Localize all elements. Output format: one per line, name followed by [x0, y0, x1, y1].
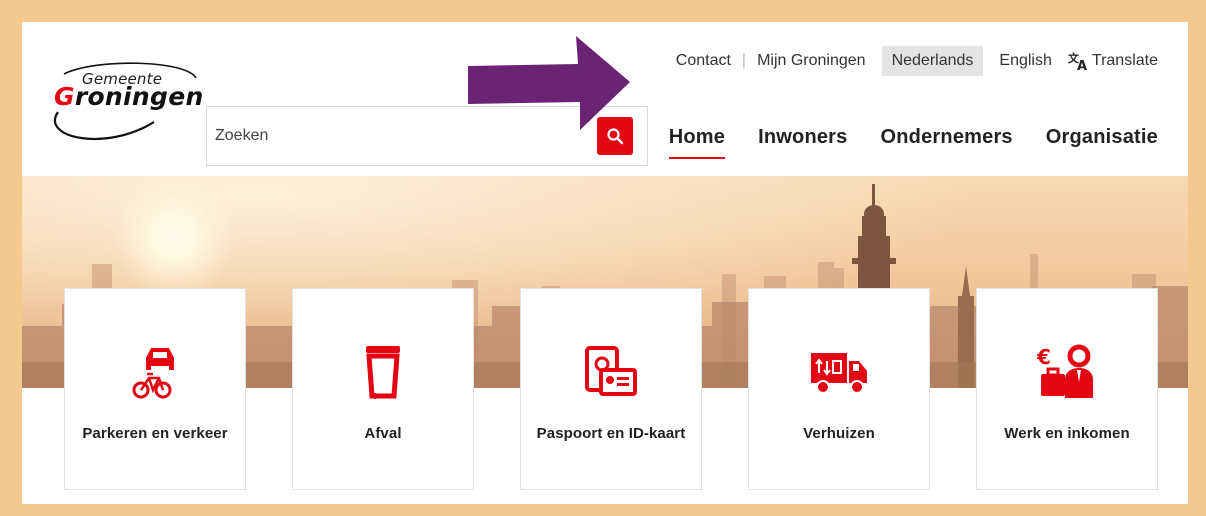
gemeente-groningen-logo[interactable]: Gemeente Groningen	[36, 52, 216, 152]
card-verhuizen[interactable]: Verhuizen	[748, 288, 930, 490]
page-frame: Gemeente Groningen Contact | Mijn Gronin…	[22, 22, 1188, 504]
card-label: Afval	[364, 425, 402, 442]
card-parkeren-en-verkeer[interactable]: Parkeren en verkeer	[64, 288, 246, 490]
translate-button[interactable]: 文 A Translate	[1068, 51, 1158, 71]
work-income-icon: €	[1037, 344, 1093, 398]
card-paspoort-en-id-kaart[interactable]: Paspoort en ID-kaart	[520, 288, 702, 490]
card-label: Parkeren en verkeer	[82, 425, 228, 442]
svg-text:€: €	[1037, 345, 1051, 369]
contact-link[interactable]: Contact	[674, 52, 733, 70]
card-afval[interactable]: Afval	[292, 288, 474, 490]
card-label: Werk en inkomen	[1004, 425, 1130, 442]
svg-text:A: A	[1077, 59, 1087, 71]
card-werk-en-inkomen[interactable]: € Werk en inkomen	[976, 288, 1158, 490]
moving-truck-icon	[811, 353, 867, 394]
nav-organisatie[interactable]: Organisatie	[1046, 126, 1158, 149]
passport-id-icon	[585, 346, 637, 396]
card-label: Paspoort en ID-kaart	[536, 425, 686, 442]
car-bike-icon	[132, 348, 174, 399]
topnav-separator: |	[741, 52, 747, 69]
nav-inwoners[interactable]: Inwoners	[758, 126, 847, 149]
translate-icon: 文 A	[1068, 51, 1087, 71]
logo-text-groningen: Groningen	[54, 82, 204, 111]
language-nederlands[interactable]: Nederlands	[881, 46, 984, 76]
trash-bin-icon	[366, 346, 400, 399]
translate-label: Translate	[1091, 52, 1158, 69]
nav-ondernemers[interactable]: Ondernemers	[881, 126, 1013, 149]
top-navigation: Contact | Mijn Groningen Nederlands Engl…	[674, 44, 1158, 78]
mijn-groningen-link[interactable]: Mijn Groningen	[755, 52, 868, 70]
main-navigation: Home Inwoners Ondernemers Organisatie	[636, 126, 1158, 159]
arrow-pointer-icon	[468, 36, 630, 130]
card-label: Verhuizen	[803, 425, 875, 442]
nav-home[interactable]: Home	[668, 126, 726, 159]
language-english[interactable]: English	[989, 46, 1061, 76]
